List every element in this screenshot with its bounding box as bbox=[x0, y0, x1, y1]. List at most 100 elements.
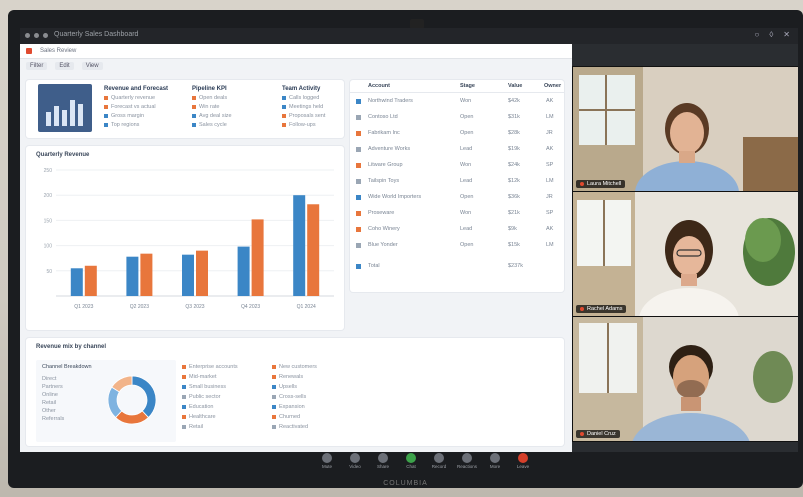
table-row[interactable]: Proseware Won $21k SP bbox=[356, 210, 556, 218]
mic-icon bbox=[322, 453, 332, 463]
table-row[interactable]: Wide World Importers Open $36k JR bbox=[356, 194, 556, 202]
close-icon[interactable]: ✕ bbox=[783, 30, 790, 39]
table-header-owner[interactable]: Owner bbox=[544, 83, 561, 89]
deal-owner: JR bbox=[546, 194, 553, 200]
summary-row: Proposals sent bbox=[282, 113, 342, 119]
bullet-icon bbox=[182, 384, 186, 389]
bullet-icon bbox=[282, 122, 286, 127]
bar-series-1[interactable] bbox=[126, 256, 139, 296]
bar-series-1[interactable] bbox=[293, 195, 306, 296]
view-button[interactable]: View bbox=[81, 62, 103, 70]
table-row[interactable]: Total $237k bbox=[356, 263, 556, 271]
deal-owner: AK bbox=[546, 226, 554, 232]
deal-stage: Open bbox=[460, 194, 474, 200]
table-row[interactable]: Blue Yonder Open $15k LM bbox=[356, 242, 556, 250]
table-row[interactable]: Adventure Works Lead $19k AK bbox=[356, 146, 556, 154]
list-item-text: Small business bbox=[189, 384, 226, 390]
bar-series-2[interactable] bbox=[251, 219, 264, 296]
tab-bar: Sales Review bbox=[20, 44, 572, 59]
donut-slice[interactable] bbox=[115, 410, 149, 425]
account-name: Total bbox=[368, 263, 380, 269]
channel-legend-item: Other bbox=[42, 408, 56, 414]
bar-series-2[interactable] bbox=[196, 250, 208, 296]
leave-button[interactable]: Leave bbox=[505, 453, 541, 471]
list-item-text: Education bbox=[189, 404, 214, 410]
bullet-icon bbox=[182, 374, 186, 379]
deal-owner: AK bbox=[546, 98, 554, 104]
bullet-icon bbox=[282, 113, 286, 118]
deal-owner: JR bbox=[546, 130, 553, 136]
x-tick-label: Q1 2023 bbox=[74, 304, 93, 310]
bullet-icon bbox=[282, 95, 286, 100]
status-swatch-icon bbox=[356, 99, 361, 104]
participant-video bbox=[573, 192, 798, 316]
filter-button[interactable]: Filter bbox=[26, 62, 48, 70]
summary-card: Revenue and Forecast Quarterly revenue F… bbox=[26, 80, 344, 138]
bell-icon[interactable]: ○ bbox=[755, 30, 760, 39]
list-item-text: Upsells bbox=[279, 384, 298, 390]
summary-row-text: Gross margin bbox=[111, 113, 145, 119]
close-window-icon[interactable] bbox=[25, 33, 30, 38]
deal-value: $31k bbox=[508, 114, 520, 120]
bar-series-1[interactable] bbox=[237, 246, 250, 296]
account-name: Fabrikam Inc bbox=[368, 130, 400, 136]
bullet-icon bbox=[272, 414, 276, 419]
participant-tile[interactable]: Laura Mitchell bbox=[572, 66, 798, 192]
donut-slice[interactable] bbox=[131, 375, 157, 419]
bar-series-2[interactable] bbox=[307, 204, 320, 296]
window-controls[interactable] bbox=[25, 33, 48, 38]
bullet-icon bbox=[272, 394, 276, 399]
table-header-account[interactable]: Account bbox=[368, 83, 390, 89]
y-tick-label: 150 bbox=[44, 218, 53, 224]
table-row[interactable]: Contoso Ltd Open $31k LM bbox=[356, 114, 556, 122]
deal-value: $12k bbox=[508, 178, 520, 184]
share-icon[interactable]: ◊ bbox=[769, 30, 773, 39]
participant-name: Daniel Cruz bbox=[587, 431, 616, 437]
table-row[interactable]: Coho Winery Lead $9k AK bbox=[356, 226, 556, 234]
participant-tile[interactable]: Rachel Adams bbox=[572, 191, 798, 317]
maximize-window-icon[interactable] bbox=[43, 33, 48, 38]
customer-list: New customers Renewals Upsells Cross-sells E… bbox=[272, 360, 352, 430]
deal-owner: LM bbox=[546, 114, 554, 120]
participant-video bbox=[573, 317, 798, 441]
y-tick-label: 250 bbox=[44, 168, 53, 174]
minimize-window-icon[interactable] bbox=[34, 33, 39, 38]
bullet-icon bbox=[182, 364, 186, 369]
bullet-icon bbox=[192, 95, 196, 100]
deal-owner: SP bbox=[546, 210, 554, 216]
list-item-text: Enterprise accounts bbox=[189, 364, 238, 370]
meeting-controls: Mute Video Share Chat Record Reactions More Lea… bbox=[20, 452, 798, 472]
channel-legend-item: Partners bbox=[42, 384, 63, 390]
account-name: Proseware bbox=[368, 210, 395, 216]
mic-muted-icon bbox=[580, 432, 584, 436]
summary-row: Sales cycle bbox=[192, 122, 272, 128]
list-item: Renewals bbox=[272, 374, 352, 380]
mic-muted-icon bbox=[580, 182, 584, 186]
toolbar: Filter Edit View bbox=[20, 59, 572, 73]
deal-value: $19k bbox=[508, 146, 520, 152]
participant-tile[interactable]: Daniel Cruz bbox=[572, 316, 798, 442]
table-row[interactable]: Litware Group Won $24k SP bbox=[356, 162, 556, 170]
table-row[interactable]: Northwind Traders Won $42k AK bbox=[356, 98, 556, 106]
monitor-brand: COLUMBIA bbox=[383, 480, 428, 487]
summary-row-text: Open deals bbox=[199, 95, 228, 101]
bar-series-2[interactable] bbox=[140, 253, 153, 296]
edit-button[interactable]: Edit bbox=[55, 62, 74, 70]
screen: Quarterly Sales Dashboard ○ ◊ ✕ Sales Re… bbox=[20, 28, 798, 472]
bar-series-1[interactable] bbox=[70, 268, 83, 296]
bar-series-2[interactable] bbox=[84, 265, 97, 296]
reaction-icon bbox=[462, 453, 472, 463]
list-item: Cross-sells bbox=[272, 394, 352, 400]
table-header-stage[interactable]: Stage bbox=[460, 83, 475, 89]
window-title-bar: Quarterly Sales Dashboard ○ ◊ ✕ bbox=[20, 28, 798, 44]
bullet-icon bbox=[192, 122, 196, 127]
participant-nameplate: Rachel Adams bbox=[576, 305, 627, 313]
mic-muted-icon bbox=[580, 307, 584, 311]
bullet-icon bbox=[182, 424, 186, 429]
table-row[interactable]: Fabrikam Inc Open $28k JR bbox=[356, 130, 556, 138]
table-row[interactable]: Tailspin Toys Lead $12k LM bbox=[356, 178, 556, 186]
bar-series-1[interactable] bbox=[182, 254, 194, 296]
summary-row-text: Calls logged bbox=[289, 95, 320, 101]
tab-sales-review[interactable]: Sales Review bbox=[40, 48, 76, 54]
table-header-value[interactable]: Value bbox=[508, 83, 522, 89]
